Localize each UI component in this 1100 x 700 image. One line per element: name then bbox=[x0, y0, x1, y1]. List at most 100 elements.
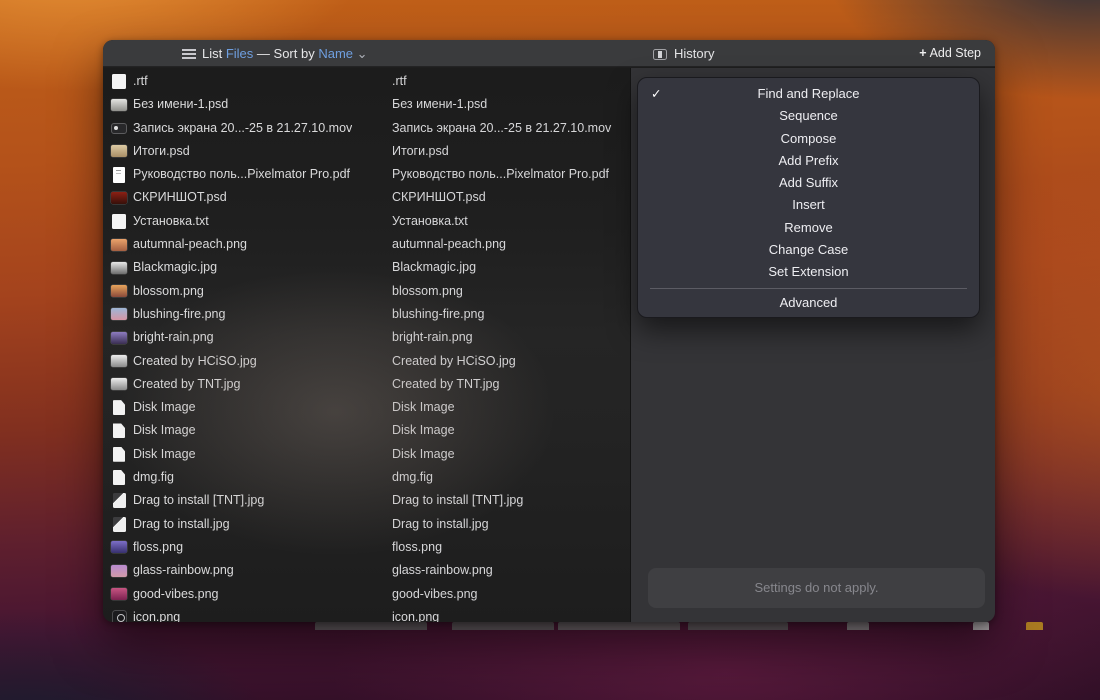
title-dropdown-trigger[interactable]: Files bbox=[226, 46, 253, 61]
file-preview-name: Drag to install.jpg bbox=[392, 513, 489, 536]
file-row[interactable]: Created by TNT.jpg Created by TNT.jpg bbox=[103, 373, 630, 396]
file-preview-name: Итоги.psd bbox=[392, 140, 449, 163]
history-icon bbox=[653, 49, 667, 60]
menu-item-compose[interactable]: Compose bbox=[638, 128, 979, 150]
pdf-file-icon bbox=[113, 167, 125, 183]
file-name: dmg.fig bbox=[133, 466, 174, 489]
menu-item-label: Add Prefix bbox=[779, 153, 839, 168]
thumb-file-icon bbox=[111, 541, 127, 553]
thumb-file-icon bbox=[111, 588, 127, 600]
add-step-button[interactable]: +Add Step bbox=[919, 40, 981, 67]
file-name: icon.png bbox=[133, 606, 180, 622]
file-row[interactable]: blushing-fire.png blushing-fire.png bbox=[103, 303, 630, 326]
list-icon bbox=[182, 49, 196, 59]
menu-item-advanced[interactable]: Advanced bbox=[638, 292, 979, 314]
file-name: .rtf bbox=[133, 70, 148, 93]
file-list-pane: .rtf .rtf Без имени-1.psd Без имени-1.ps… bbox=[103, 68, 630, 622]
menu-item-add-prefix[interactable]: Add Prefix bbox=[638, 150, 979, 172]
file-name: blossom.png bbox=[133, 280, 204, 303]
thumb-file-icon bbox=[111, 355, 127, 367]
dock-icon-sliver[interactable] bbox=[452, 622, 554, 630]
file-row[interactable]: autumnal-peach.png autumnal-peach.png bbox=[103, 233, 630, 256]
file-row[interactable]: СКРИНШОТ.psd СКРИНШОТ.psd bbox=[103, 186, 630, 209]
menu-item-find-and-replace[interactable]: ✓Find and Replace bbox=[638, 83, 979, 105]
doc-file-icon bbox=[112, 74, 126, 89]
drag-file-icon bbox=[113, 493, 126, 508]
dock-icon-sliver[interactable] bbox=[558, 622, 680, 630]
doc-fold-file-icon bbox=[113, 423, 125, 438]
file-row[interactable]: Установка.txt Установка.txt bbox=[103, 210, 630, 233]
thumb-file-icon bbox=[111, 145, 127, 157]
file-row[interactable]: .rtf .rtf bbox=[103, 70, 630, 93]
thumb-file-icon bbox=[111, 285, 127, 297]
menu-item-label: Compose bbox=[781, 131, 837, 146]
file-preview-name: icon.png bbox=[392, 606, 439, 622]
file-preview-name: glass-rainbow.png bbox=[392, 559, 493, 582]
thumb-file-icon bbox=[111, 565, 127, 577]
thumb-file-icon bbox=[111, 332, 127, 344]
file-name: floss.png bbox=[133, 536, 183, 559]
file-row[interactable]: Drag to install [TNT].jpg Drag to instal… bbox=[103, 489, 630, 512]
dock-icon-sliver[interactable] bbox=[847, 622, 869, 630]
menu-item-insert[interactable]: Insert bbox=[638, 194, 979, 216]
file-row[interactable]: glass-rainbow.png glass-rainbow.png bbox=[103, 559, 630, 582]
minimize-button[interactable] bbox=[133, 48, 145, 60]
file-row[interactable]: Disk Image Disk Image bbox=[103, 396, 630, 419]
menu-item-change-case[interactable]: Change Case bbox=[638, 239, 979, 261]
file-name: Disk Image bbox=[133, 419, 196, 442]
file-row[interactable]: bright-rain.png bright-rain.png bbox=[103, 326, 630, 349]
file-preview-name: Запись экрана 20...-25 в 21.27.10.mov bbox=[392, 117, 611, 140]
title-text: — Sort by bbox=[253, 46, 318, 61]
title-dropdown-trigger[interactable]: Name bbox=[318, 46, 353, 61]
menu-item-set-extension[interactable]: Set Extension bbox=[638, 261, 979, 283]
dock-icon-sliver[interactable] bbox=[315, 622, 427, 630]
file-name: Blackmagic.jpg bbox=[133, 256, 217, 279]
file-row[interactable]: floss.png floss.png bbox=[103, 536, 630, 559]
dock-icon-sliver[interactable] bbox=[1026, 622, 1043, 630]
file-preview-name: Установка.txt bbox=[392, 210, 468, 233]
file-name: Руководство поль...Pixelmator Pro.pdf bbox=[133, 163, 350, 186]
appdark-file-icon bbox=[112, 610, 127, 622]
thumb-file-icon bbox=[111, 192, 127, 204]
file-row[interactable]: Итоги.psd Итоги.psd bbox=[103, 140, 630, 163]
file-name: blushing-fire.png bbox=[133, 303, 225, 326]
settings-notice: Settings do not apply. bbox=[648, 568, 985, 608]
file-row[interactable]: Disk Image Disk Image bbox=[103, 419, 630, 442]
menu-item-label: Sequence bbox=[779, 108, 838, 123]
file-preview-name: Created by TNT.jpg bbox=[392, 373, 499, 396]
file-preview-name: Blackmagic.jpg bbox=[392, 256, 476, 279]
file-preview-name: .rtf bbox=[392, 70, 407, 93]
file-row[interactable]: good-vibes.png good-vibes.png bbox=[103, 583, 630, 606]
file-row[interactable]: Руководство поль...Pixelmator Pro.pdf Ру… bbox=[103, 163, 630, 186]
file-row[interactable]: blossom.png blossom.png bbox=[103, 280, 630, 303]
title-dropdown-trigger[interactable]: ⌄ bbox=[353, 46, 368, 61]
file-row[interactable]: Blackmagic.jpg Blackmagic.jpg bbox=[103, 256, 630, 279]
file-preview-name: Без имени-1.psd bbox=[392, 93, 487, 116]
file-row[interactable]: Disk Image Disk Image bbox=[103, 443, 630, 466]
file-preview-name: Created by HCiSO.jpg bbox=[392, 350, 516, 373]
file-preview-name: Disk Image bbox=[392, 396, 455, 419]
file-row[interactable]: Drag to install.jpg Drag to install.jpg bbox=[103, 513, 630, 536]
file-row[interactable]: Created by HCiSO.jpg Created by HCiSO.jp… bbox=[103, 350, 630, 373]
menu-item-remove[interactable]: Remove bbox=[638, 217, 979, 239]
file-name: Итоги.psd bbox=[133, 140, 190, 163]
doc-fold-file-icon bbox=[113, 400, 125, 415]
file-row[interactable]: Без имени-1.psd Без имени-1.psd bbox=[103, 93, 630, 116]
file-row[interactable]: Запись экрана 20...-25 в 21.27.10.mov За… bbox=[103, 117, 630, 140]
menu-item-label: Insert bbox=[792, 197, 825, 212]
menu-item-sequence[interactable]: Sequence bbox=[638, 105, 979, 127]
zoom-button[interactable] bbox=[153, 48, 165, 60]
menu-item-label: Find and Replace bbox=[758, 86, 860, 101]
file-name: СКРИНШОТ.psd bbox=[133, 186, 227, 209]
close-button[interactable] bbox=[113, 48, 125, 60]
menu-item-label: Set Extension bbox=[768, 264, 848, 279]
menu-item-add-suffix[interactable]: Add Suffix bbox=[638, 172, 979, 194]
file-row[interactable]: icon.png icon.png bbox=[103, 606, 630, 622]
dock-icon-sliver[interactable] bbox=[688, 622, 788, 630]
dock-icon-sliver[interactable] bbox=[973, 622, 989, 630]
file-row[interactable]: dmg.fig dmg.fig bbox=[103, 466, 630, 489]
file-name: Created by HCiSO.jpg bbox=[133, 350, 257, 373]
thumb-file-icon bbox=[111, 308, 127, 320]
file-preview-name: Disk Image bbox=[392, 419, 455, 442]
history-label: History bbox=[674, 40, 714, 67]
